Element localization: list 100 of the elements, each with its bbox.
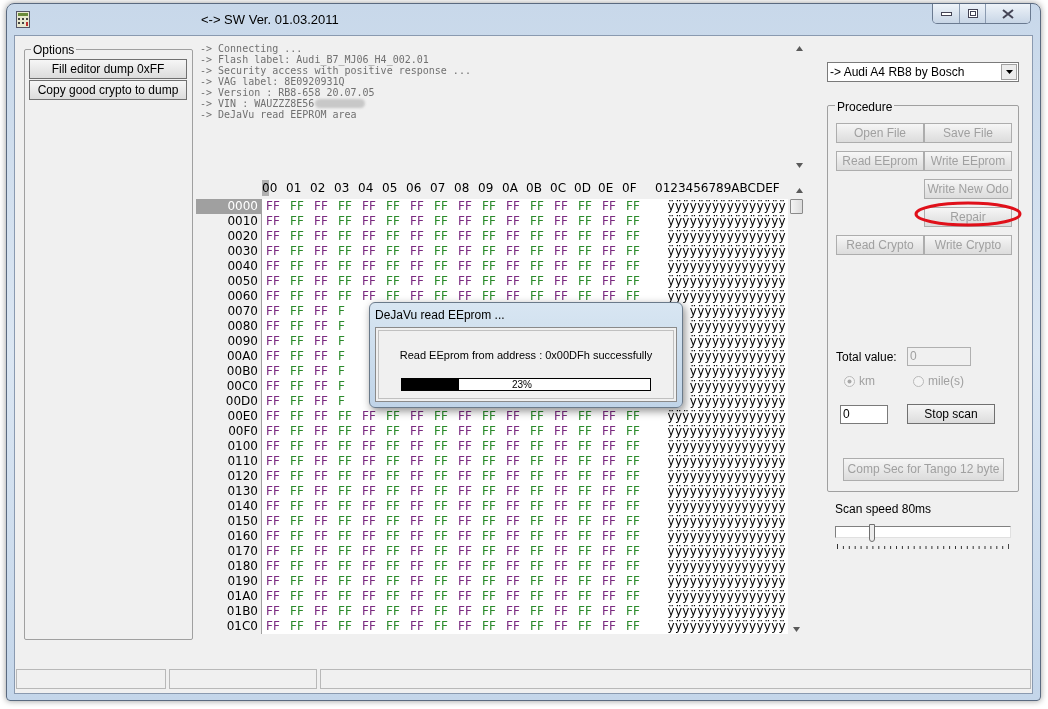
hex-byte: FF	[410, 409, 425, 424]
scroll-thumb[interactable]	[789, 199, 803, 214]
hex-byte: FF	[290, 364, 305, 379]
hex-byte: FF	[554, 619, 569, 634]
row-address[interactable]: 00A0	[196, 349, 261, 364]
hex-byte: FF	[626, 199, 641, 214]
hex-byte: FF	[578, 589, 593, 604]
ascii-text: ÿÿÿÿÿÿÿÿÿÿÿÿÿ	[689, 304, 786, 319]
hex-byte: FF	[314, 379, 329, 394]
hex-byte: FF	[338, 439, 353, 454]
row-address[interactable]: 0050	[196, 274, 261, 289]
hex-byte: FF	[554, 289, 569, 304]
hex-byte: FF	[458, 574, 473, 589]
hex-byte: FF	[434, 424, 449, 439]
row-address[interactable]: 01A0	[196, 589, 261, 604]
hex-byte: FF	[266, 304, 281, 319]
hex-byte: FF	[314, 514, 329, 529]
hex-byte: FF	[362, 544, 377, 559]
hex-byte: FF	[626, 214, 641, 229]
row-address[interactable]: 0140	[196, 499, 261, 514]
option-button[interactable]: Copy good crypto to dump	[29, 80, 187, 100]
hex-byte: FF	[362, 499, 377, 514]
stop-scan-button[interactable]: Stop scan	[907, 404, 995, 424]
row-address[interactable]: 00D0	[196, 394, 261, 409]
row-address[interactable]: 0040	[196, 259, 261, 274]
row-address[interactable]: 0030	[196, 244, 261, 259]
row-address[interactable]: 00F0	[196, 424, 261, 439]
log-line: -> VAG label: 8E0920931Q	[200, 76, 345, 87]
row-address[interactable]: 01B0	[196, 604, 261, 619]
row-address[interactable]: 0020	[196, 229, 261, 244]
hex-byte: FF	[434, 559, 449, 574]
row-address[interactable]: 01C0	[196, 619, 261, 634]
hex-byte: FF	[506, 409, 521, 424]
row-address[interactable]: 00E0	[196, 409, 261, 424]
row-address[interactable]: 0070	[196, 304, 261, 319]
row-address[interactable]: 00C0	[196, 379, 261, 394]
scan-speed-slider[interactable]	[835, 524, 1011, 550]
hex-byte: FF	[506, 529, 521, 544]
hex-byte: FF	[338, 469, 353, 484]
scan-value-field[interactable]: 0	[840, 404, 888, 424]
ascii-text: ÿÿÿÿÿÿÿÿÿÿÿÿÿÿÿÿ	[667, 214, 786, 229]
scroll-down-icon[interactable]	[795, 163, 803, 168]
hex-byte: FF	[266, 454, 281, 469]
hex-byte: FF	[290, 499, 305, 514]
minimize-button[interactable]	[933, 4, 960, 23]
hex-byte: FF	[626, 469, 641, 484]
hex-byte: FF	[554, 274, 569, 289]
hex-byte: FF	[386, 559, 401, 574]
hex-byte: FF	[386, 454, 401, 469]
row-address[interactable]: 0100	[196, 439, 261, 454]
hex-byte: FF	[578, 409, 593, 424]
hex-byte: FF	[602, 514, 617, 529]
hex-byte: FF	[386, 259, 401, 274]
option-button[interactable]: Fill editor dump 0xFF	[29, 59, 187, 79]
row-address[interactable]: 0010	[196, 214, 261, 229]
row-address[interactable]: 0130	[196, 484, 261, 499]
hex-byte: FF	[386, 589, 401, 604]
row-address[interactable]: 0160	[196, 529, 261, 544]
row-address[interactable]: 0180	[196, 559, 261, 574]
model-dropdown[interactable]: -> Audi A4 RB8 by Bosch	[827, 62, 1019, 82]
hex-byte: FF	[554, 604, 569, 619]
hex-byte: FF	[314, 319, 329, 334]
hex-byte: FF	[506, 514, 521, 529]
hex-byte: FF	[530, 559, 545, 574]
hex-scrollbar[interactable]	[788, 199, 804, 634]
hex-byte: FF	[530, 214, 545, 229]
hex-byte: FF	[434, 454, 449, 469]
radio-label: mile(s)	[928, 373, 964, 390]
row-address[interactable]: 0080	[196, 319, 261, 334]
close-button[interactable]	[986, 4, 1030, 23]
row-address[interactable]: 0060	[196, 289, 261, 304]
row-address[interactable]: 0150	[196, 514, 261, 529]
hex-byte: FF	[458, 529, 473, 544]
hex-byte: FF	[266, 544, 281, 559]
hex-byte: FF	[338, 229, 353, 244]
hex-byte: FF	[482, 244, 497, 259]
scroll-up-icon[interactable]	[796, 188, 803, 193]
hex-byte: FF	[410, 559, 425, 574]
maximize-button[interactable]	[960, 4, 986, 23]
scroll-down-icon[interactable]	[792, 627, 800, 632]
column-header: 09	[478, 180, 495, 196]
row-address[interactable]: 00B0	[196, 364, 261, 379]
hex-byte: FF	[530, 574, 545, 589]
hex-byte: FF	[362, 469, 377, 484]
hex-byte: FF	[626, 424, 641, 439]
ascii-text: ÿÿÿÿÿÿÿÿÿÿÿÿÿÿÿÿ	[667, 424, 786, 439]
hex-byte: FF	[626, 559, 641, 574]
hex-byte: FF	[434, 289, 449, 304]
slider-thumb[interactable]	[869, 524, 875, 542]
hex-byte: FF	[338, 454, 353, 469]
row-address[interactable]: 0170	[196, 544, 261, 559]
hex-byte: FF	[530, 409, 545, 424]
row-address[interactable]: 0120	[196, 469, 261, 484]
hex-byte: FF	[578, 604, 593, 619]
row-address[interactable]: 0190	[196, 574, 261, 589]
row-address[interactable]: 0110	[196, 454, 261, 469]
row-address[interactable]: 0090	[196, 334, 261, 349]
scroll-up-icon[interactable]	[795, 46, 803, 51]
hex-byte: FF	[386, 514, 401, 529]
column-header: 07	[430, 180, 447, 196]
